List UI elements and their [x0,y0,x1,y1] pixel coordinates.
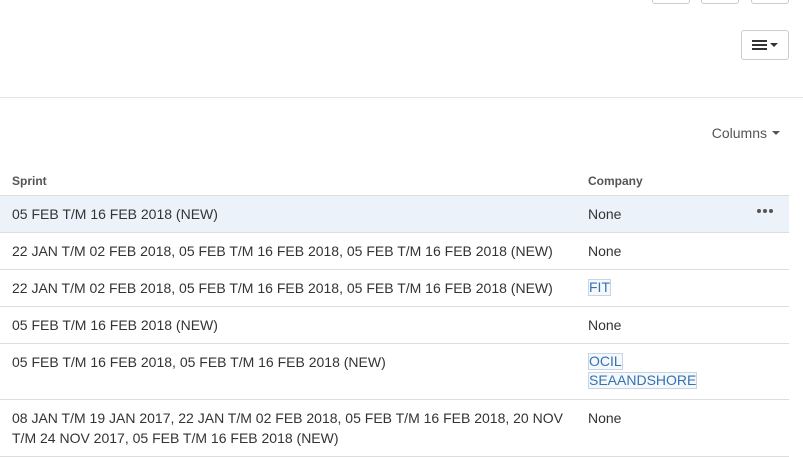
company-cell: FIT [576,269,789,307]
sprint-cell: 22 JAN T/M 02 FEB 2018, 05 FEB T/M 16 FE… [0,232,576,270]
table-row[interactable]: 05 FEB T/M 16 FEB 2018, 05 FEB T/M 16 FE… [0,343,789,400]
sprint-cell: 05 FEB T/M 16 FEB 2018, 05 FEB T/M 16 FE… [0,343,576,400]
company-cell: OCIL SEAANDSHORE [576,343,789,400]
table-header-row: Sprint Company [0,168,789,196]
toolbar-button-2[interactable] [701,0,739,4]
company-tag[interactable]: SEAANDSHORE [588,371,698,389]
company-value: None [588,316,622,333]
company-value: None [588,409,622,426]
company-value: None [588,205,622,222]
column-header-sprint[interactable]: Sprint [0,168,576,196]
sprint-cell: 08 JAN T/M 19 JAN 2017, 22 JAN T/M 02 FE… [0,399,576,457]
sprint-cell: 05 FEB T/M 16 FEB 2018 (NEW) [0,306,576,344]
table-row[interactable]: 22 JAN T/M 02 FEB 2018, 05 FEB T/M 16 FE… [0,232,789,270]
caret-down-icon [770,43,778,47]
table-row[interactable]: 08 JAN T/M 19 JAN 2017, 22 JAN T/M 02 FE… [0,399,789,457]
company-cell: None [576,306,789,344]
company-cell: None [576,195,789,233]
company-cell: None [576,399,789,457]
columns-button-label: Columns [711,125,767,141]
caret-down-icon [772,131,780,135]
column-header-company[interactable]: Company [576,168,789,196]
hamburger-menu-icon [752,40,767,50]
company-value: None [588,242,622,259]
toolbar-button-1[interactable] [652,0,690,4]
company-cell: None [576,232,789,270]
menu-dropdown-button[interactable] [741,30,789,60]
issues-table: Sprint Company 05 FEB T/M 16 FEB 2018 (N… [0,168,789,457]
table-row[interactable]: 22 JAN T/M 02 FEB 2018, 05 FEB T/M 16 FE… [0,269,789,307]
row-actions-icon[interactable] [757,208,773,213]
table-row[interactable]: 05 FEB T/M 16 FEB 2018 (NEW) None [0,306,789,344]
toolbar-button-3[interactable] [751,0,789,4]
sprint-cell: 05 FEB T/M 16 FEB 2018 (NEW) [0,195,576,233]
company-tag[interactable]: OCIL [588,352,623,370]
columns-button[interactable]: Columns [712,125,780,141]
sprint-cell: 22 JAN T/M 02 FEB 2018, 05 FEB T/M 16 FE… [0,269,576,307]
divider [0,97,803,98]
table-row[interactable]: 05 FEB T/M 16 FEB 2018 (NEW) None [0,195,789,233]
company-tag[interactable]: FIT [588,278,611,296]
